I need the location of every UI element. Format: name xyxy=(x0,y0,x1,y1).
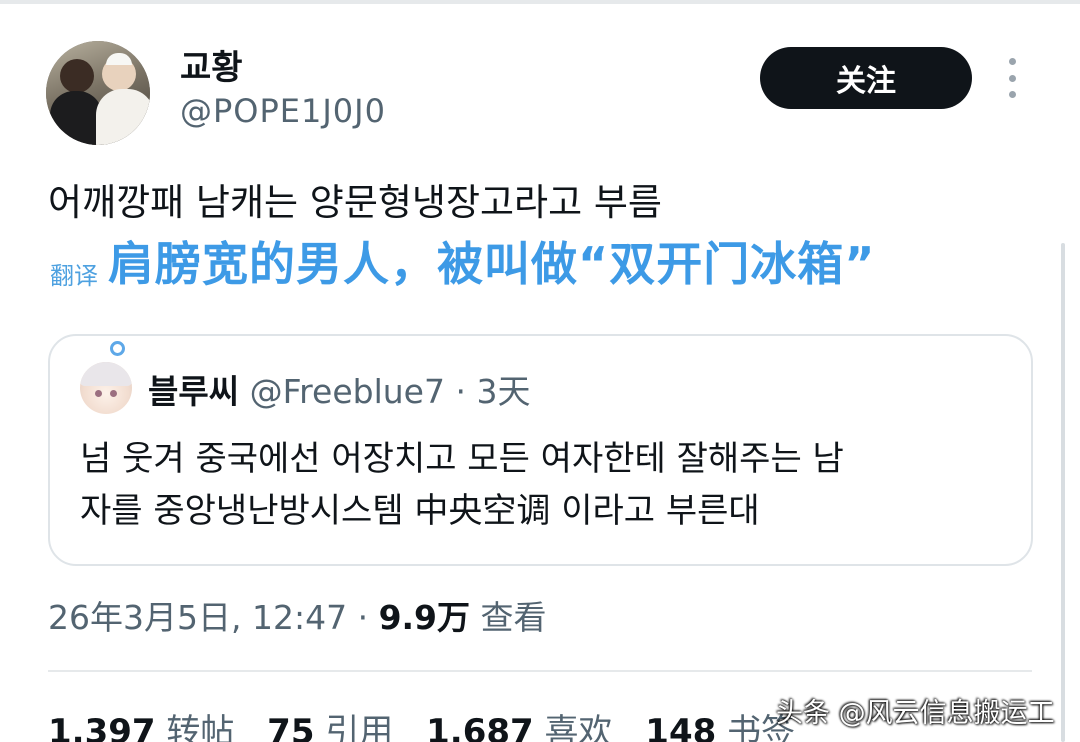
quote-body: 넘 웃겨 중국에선 어장치고 모든 여자한테 잘해주는 남 자를 중앙냉난방시스… xyxy=(80,433,1000,537)
like-label[interactable]: 喜欢 xyxy=(544,712,612,742)
retweet-count[interactable]: 1,397 xyxy=(48,712,156,742)
story-ring-icon xyxy=(110,341,125,356)
quote-body-line: 넘 웃겨 중국에선 어장치고 모든 여자한테 잘해주는 남 xyxy=(80,439,844,479)
quote-count[interactable]: 75 xyxy=(267,712,314,742)
quote-label[interactable]: 引用 xyxy=(325,712,393,742)
translation-overlay: 肩膀宽的男人，被叫做“双开门冰箱” xyxy=(108,237,876,291)
author-avatar[interactable] xyxy=(46,41,150,145)
translate-tag: 翻译 xyxy=(50,262,98,290)
stats-divider xyxy=(48,670,1032,672)
quote-separator: · xyxy=(455,372,466,411)
quote-author-handle[interactable]: @Freeblue7 xyxy=(250,372,445,411)
quote-body-line: 자를 중앙냉난방시스템 中央空调 이라고 부른대 xyxy=(80,491,760,531)
quote-header: 블루씨 @Freeblue7 · 3天 xyxy=(148,365,530,413)
top-divider xyxy=(0,0,1080,4)
engagement-stats: 1,397 转帖 75 引用 1,687 喜欢 148 书签 xyxy=(48,704,817,742)
views-label: 查看 xyxy=(480,598,547,637)
view-count: 9.9万 xyxy=(378,598,471,637)
tweet-meta: 26年3月5日, 12:47 · 9.9万 查看 xyxy=(48,591,547,639)
more-vertical-icon[interactable] xyxy=(1004,58,1020,98)
quote-avatar[interactable] xyxy=(80,362,132,414)
scrollbar[interactable] xyxy=(1061,243,1065,742)
watermark: 头条 @风云信息搬运工 xyxy=(776,698,1055,729)
retweet-label[interactable]: 转帖 xyxy=(166,712,234,742)
tweet-text: 어깨깡패 남캐는 양문형냉장고라고 부름 xyxy=(48,181,662,224)
like-count[interactable]: 1,687 xyxy=(426,712,534,742)
author-display-name[interactable]: 교황 xyxy=(180,40,243,89)
tweet-timestamp[interactable]: 26年3月5日, 12:47 xyxy=(48,598,347,637)
bookmark-count[interactable]: 148 xyxy=(645,712,716,742)
follow-button[interactable]: 关注 xyxy=(760,47,972,109)
author-handle[interactable]: @POPE1J0J0 xyxy=(180,92,386,130)
quote-author-name[interactable]: 블루씨 xyxy=(148,372,239,411)
quote-time: 3天 xyxy=(476,372,531,411)
meta-separator: · xyxy=(357,598,369,637)
